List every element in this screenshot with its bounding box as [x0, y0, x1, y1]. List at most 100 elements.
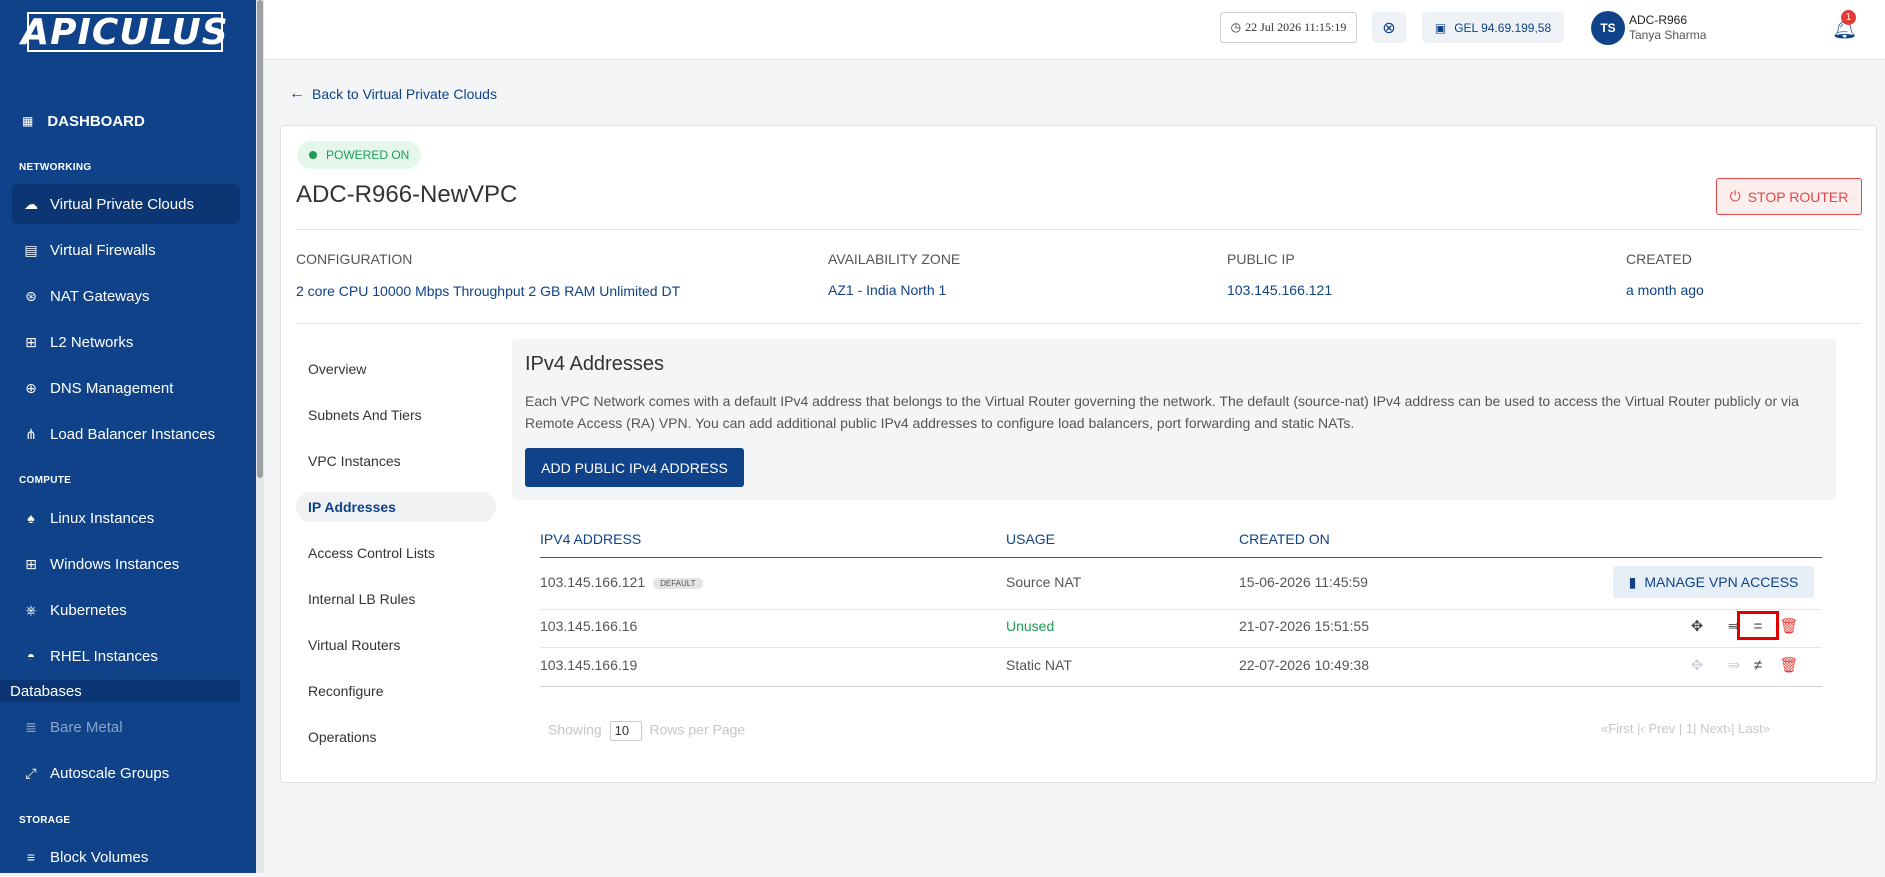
nav-virtual-firewalls[interactable]: ▤ Virtual Firewalls [12, 230, 240, 270]
sidebar: APICULUS ▦ DASHBOARD NETWORKING ☁ Virtual… [0, 0, 256, 873]
back-link[interactable]: ← Back to Virtual Private Clouds [289, 85, 497, 103]
globe-icon: ⊕ [25, 379, 37, 396]
dashboard-icon: ▦ [22, 114, 34, 128]
scrollbar-thumb[interactable] [257, 0, 263, 478]
tab-ip-addresses[interactable]: IP Addresses [296, 492, 496, 522]
load-balancer-rule-icon: ⇛ [1727, 657, 1741, 674]
sidebar-scrollbar[interactable] [256, 0, 264, 873]
nav-load-balancer-instances[interactable]: ⋔ Load Balancer Instances [12, 414, 240, 454]
nav-block-volumes[interactable]: ≡ Block Volumes [12, 837, 240, 877]
nav-label: RHEL Instances [50, 647, 158, 665]
cloud-icon: ☁ [24, 195, 38, 212]
trash-icon[interactable]: 🗑︎ [1778, 654, 1800, 676]
nav-label: Autoscale Groups [50, 764, 170, 782]
nav-virtual-private-clouds[interactable]: ☁ Virtual Private Clouds [12, 184, 240, 224]
tab-virtual-routers[interactable]: Virtual Routers [296, 630, 496, 660]
add-public-ipv4-button[interactable]: ADD PUBLIC IPv4 ADDRESS [525, 448, 744, 487]
support-button[interactable]: ⊗ [1372, 12, 1406, 43]
nav-dashboard[interactable]: ▦ DASHBOARD [12, 108, 145, 134]
stop-router-button[interactable]: ⏻ STOP ROUTER [1716, 178, 1862, 215]
section-compute: COMPUTE [19, 475, 72, 486]
disable-static-nat-icon[interactable]: ≠ [1747, 654, 1769, 676]
section-storage: STORAGE [19, 815, 71, 826]
nav-dns-management[interactable]: ⊕ DNS Management [12, 368, 240, 408]
nav-autoscale-groups[interactable]: ⤢ Autoscale Groups [12, 753, 240, 793]
page-title: ADC-R966-NewVPC [296, 181, 518, 208]
nav-label: L2 Networks [50, 333, 134, 351]
nav-linux-instances[interactable]: ♠ Linux Instances [12, 498, 240, 538]
nav-windows-instances[interactable]: ⊞ Windows Instances [12, 544, 240, 584]
avatar[interactable]: TS [1591, 11, 1625, 45]
user-info[interactable]: ADC-R966 Tanya Sharma [1629, 13, 1706, 43]
server-icon: ≣ [25, 718, 37, 735]
apiculus-logo[interactable]: APICULUS [21, 12, 227, 53]
wallet-icon: ▣ [1434, 20, 1447, 35]
power-icon: ⏻ [1729, 188, 1741, 204]
trash-icon[interactable]: 🗑︎ [1778, 615, 1800, 637]
zone-label: AVAILABILITY ZONE [828, 251, 961, 267]
column-header-usage[interactable]: USAGE [1006, 531, 1055, 547]
tab-reconfigure[interactable]: Reconfigure [296, 676, 496, 706]
row-divider [540, 647, 1822, 648]
user-name: Tanya Sharma [1629, 28, 1707, 42]
nav-dashboard-label: DASHBOARD [47, 112, 145, 130]
table-cell-ip: 103.145.166.121 DEFAULT [540, 574, 703, 590]
table-cell-created: 22-07-2026 10:49:38 [1239, 657, 1369, 673]
volume-icon: ≡ [26, 849, 36, 865]
port-forwarding-icon: ✥ [1690, 657, 1704, 674]
ipv4-info-panel: IPv4 Addresses Each VPC Network comes wi… [512, 339, 1836, 500]
page-separator: | [1678, 721, 1683, 736]
column-header-created[interactable]: CREATED ON [1239, 531, 1330, 547]
configuration-value: 2 core CPU 10000 Mbps Throughput 2 GB RA… [296, 283, 681, 299]
table-cell-created: 15-06-2026 11:45:59 [1239, 574, 1368, 590]
table-cell-ip: 103.145.166.16 [540, 618, 638, 634]
nav-label: DNS Management [50, 379, 174, 397]
manage-vpn-access-button[interactable]: ▮ MANAGE VPN ACCESS [1613, 566, 1814, 598]
nav-label: Block Volumes [50, 848, 149, 866]
nav-kubernetes[interactable]: ⎈ Kubernetes [12, 590, 240, 630]
notification-badge: 1 [1841, 10, 1856, 25]
column-header-ipv4[interactable]: IPV4 ADDRESS [540, 531, 641, 547]
nav-label: Load Balancer Instances [50, 425, 216, 443]
rows-per-page-input[interactable]: 10 [609, 721, 642, 741]
autoscale-icon: ⤢ [25, 764, 37, 781]
nav-label: Kubernetes [50, 601, 127, 619]
table-cell-created: 21-07-2026 15:51:55 [1239, 618, 1369, 634]
load-balancer-icon: ⋔ [25, 425, 37, 442]
manage-vpn-label: MANAGE VPN ACCESS [1644, 574, 1799, 590]
prev-page-link[interactable]: |‹ Prev [1637, 721, 1675, 736]
stop-router-label: STOP ROUTER [1747, 188, 1849, 205]
nav-databases[interactable]: Databases [0, 680, 240, 702]
gateway-icon: ⊛ [25, 287, 37, 304]
last-page-link[interactable]: Last» [1738, 721, 1770, 736]
back-link-label: Back to Virtual Private Clouds [312, 86, 497, 102]
nav-label: Windows Instances [50, 555, 180, 573]
nav-rhel-instances[interactable]: ◓ RHEL Instances [12, 636, 240, 676]
status-dot [309, 151, 317, 159]
tab-subnets-and-tiers[interactable]: Subnets And Tiers [296, 400, 496, 430]
port-forwarding-icon[interactable]: ✥ [1686, 615, 1708, 637]
first-page-link[interactable]: «First [1601, 721, 1634, 736]
created-value: a month ago [1626, 282, 1704, 298]
divider [296, 229, 1861, 230]
section-title: IPv4 Addresses [525, 353, 664, 375]
tab-overview[interactable]: Overview [296, 354, 496, 384]
nav-nat-gateways[interactable]: ⊛ NAT Gateways [12, 276, 240, 316]
tab-operations[interactable]: Operations [296, 722, 496, 752]
nav-bare-metal: ≣ Bare Metal [12, 707, 240, 747]
row-divider [540, 609, 1822, 610]
nav-l2-networks[interactable]: ⊞ L2 Networks [12, 322, 240, 362]
wallet-balance[interactable]: ▣ GEL 94.69.199,58 [1422, 12, 1564, 43]
configuration-label: CONFIGURATION [296, 251, 413, 267]
section-networking: NETWORKING [19, 162, 92, 173]
tab-internal-lb-rules[interactable]: Internal LB Rules [296, 584, 496, 614]
clock-icon: ◷ [1230, 20, 1242, 34]
selection-highlight [1737, 611, 1779, 640]
divider [296, 323, 1861, 324]
tab-vpc-instances[interactable]: VPC Instances [296, 446, 496, 476]
next-page-link[interactable]: Next›| [1700, 721, 1734, 736]
default-badge: DEFAULT [653, 577, 703, 589]
tab-access-control-lists[interactable]: Access Control Lists [296, 538, 496, 568]
current-page: 1| [1685, 721, 1697, 736]
nav-label: NAT Gateways [50, 287, 150, 305]
